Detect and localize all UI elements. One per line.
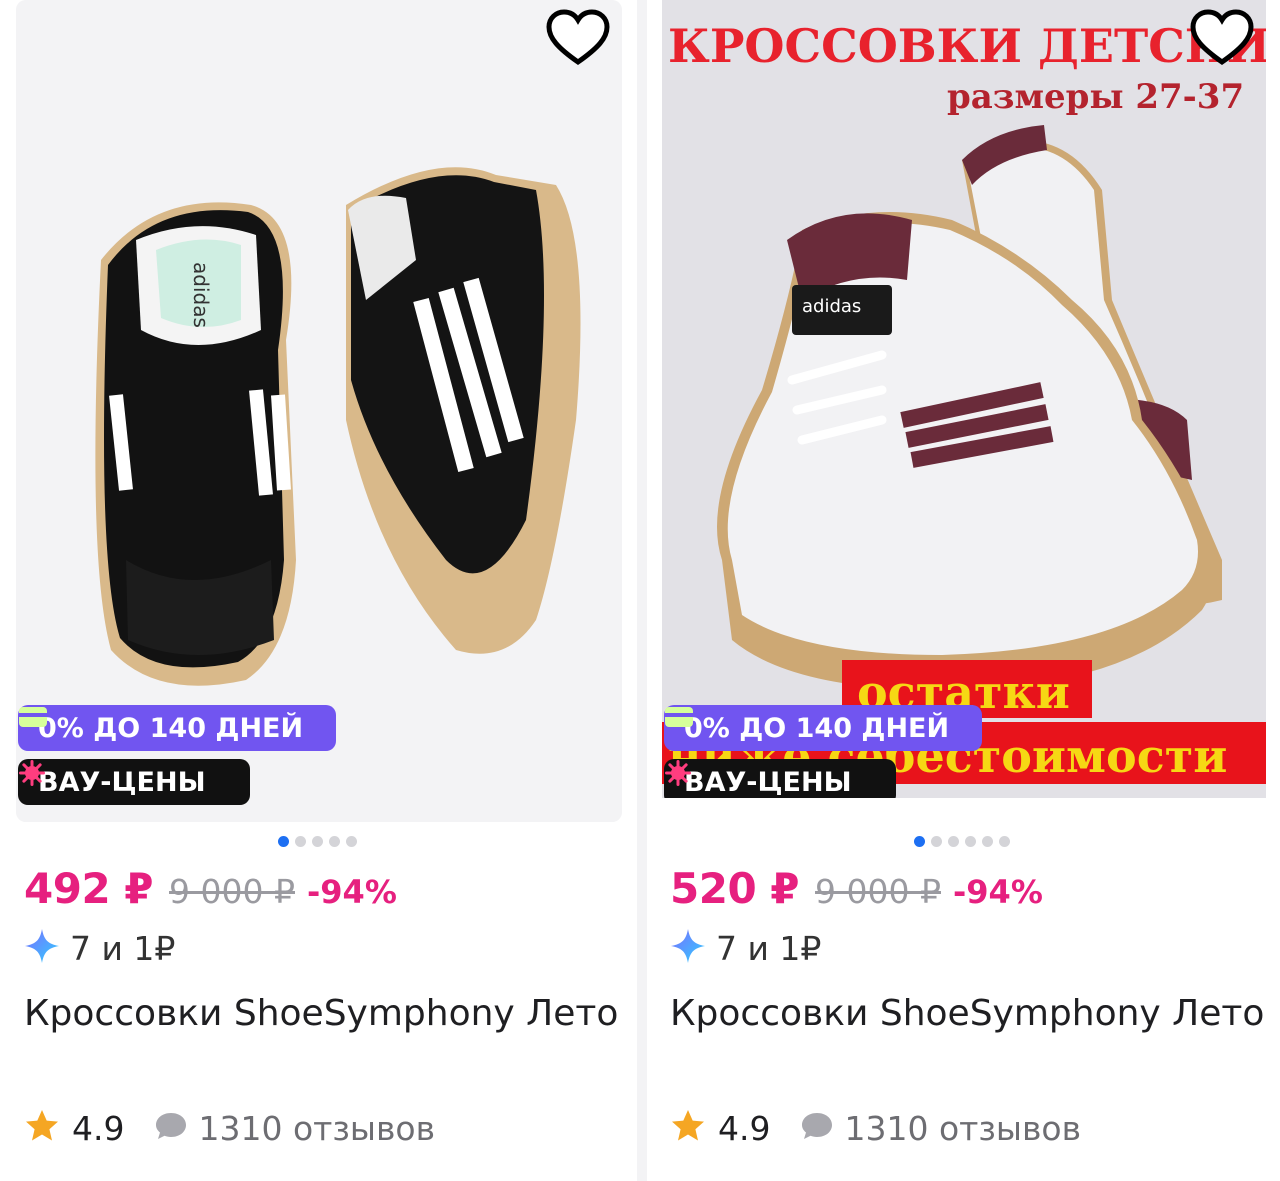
- wow-price-badge-label: ВАУ-ЦЕНЫ: [684, 766, 852, 798]
- price-row: 520 ₽ 9 000 ₽ -94%: [670, 864, 1043, 913]
- gallery-dot[interactable]: [999, 836, 1010, 847]
- bonus-text: 7 и 1₽: [716, 928, 822, 968]
- headline-overlay: КРОССОВКИ ДЕТСКИЕ: [668, 19, 1266, 73]
- favorite-heart-icon[interactable]: [1188, 8, 1256, 68]
- star-icon: [670, 1108, 706, 1148]
- gallery-dots[interactable]: [278, 836, 357, 847]
- diamond-icon: [670, 928, 706, 968]
- gallery-dot[interactable]: [295, 836, 306, 847]
- product-card-1[interactable]: adidas 0% ДО 140 ДНЕЙ ВАУ-ЦЕНЫ 492 ₽ 9 0…: [16, 0, 636, 1181]
- old-price: 9 000 ₽: [169, 872, 295, 911]
- reviews-count[interactable]: 1310 отзывов: [198, 1109, 435, 1148]
- bonus-row: 7 и 1₽: [24, 928, 175, 968]
- comment-icon: [154, 1110, 188, 1146]
- bonus-row: 7 и 1₽: [670, 928, 821, 968]
- old-price: 9 000 ₽: [815, 872, 941, 911]
- gallery-dots[interactable]: [914, 836, 1010, 847]
- wow-price-badge: ВАУ-ЦЕНЫ: [18, 759, 250, 805]
- product-image[interactable]: adidas КРОССОВКИ ДЕТСКИЕ размеры 27-37 о…: [662, 0, 1266, 798]
- product-image[interactable]: adidas 0% ДО 140 ДНЕЙ ВАУ-ЦЕНЫ: [16, 0, 622, 822]
- installment-badge: 0% ДО 140 ДНЕЙ: [664, 705, 982, 751]
- product-title[interactable]: Кроссовки ShoeSymphony Лето: [670, 984, 1270, 1044]
- gallery-dot[interactable]: [965, 836, 976, 847]
- gallery-dot[interactable]: [312, 836, 323, 847]
- gallery-dot[interactable]: [931, 836, 942, 847]
- wow-price-badge: ВАУ-ЦЕНЫ: [664, 759, 896, 798]
- rating-value: 4.9: [72, 1108, 125, 1148]
- svg-text:adidas: adidas: [189, 262, 213, 328]
- rating-value: 4.9: [718, 1108, 771, 1148]
- product-title[interactable]: Кроссовки ShoeSymphony Лето: [24, 984, 624, 1044]
- rating-row: 4.9 1310 отзывов: [670, 1108, 1081, 1148]
- product-card-2[interactable]: adidas КРОССОВКИ ДЕТСКИЕ размеры 27-37 о…: [662, 0, 1280, 1181]
- gallery-dot[interactable]: [278, 836, 289, 847]
- discount-percent: -94%: [953, 873, 1043, 911]
- rating-row: 4.9 1310 отзывов: [24, 1108, 435, 1148]
- reviews-count[interactable]: 1310 отзывов: [844, 1109, 1081, 1148]
- installment-badge-label: 0% ДО 140 ДНЕЙ: [38, 712, 304, 744]
- current-price: 520 ₽: [670, 864, 800, 913]
- wow-price-badge-label: ВАУ-ЦЕНЫ: [38, 766, 206, 798]
- gallery-dot[interactable]: [346, 836, 357, 847]
- sizes-overlay: размеры 27-37: [947, 77, 1244, 117]
- gallery-dot[interactable]: [329, 836, 340, 847]
- price-row: 492 ₽ 9 000 ₽ -94%: [24, 864, 397, 913]
- card-divider: [637, 0, 647, 1181]
- installment-badge: 0% ДО 140 ДНЕЙ: [18, 705, 336, 751]
- gallery-dot[interactable]: [948, 836, 959, 847]
- diamond-icon: [24, 928, 60, 968]
- star-icon: [24, 1108, 60, 1148]
- gallery-dot[interactable]: [914, 836, 925, 847]
- svg-text:adidas: adidas: [802, 296, 861, 317]
- bonus-text: 7 и 1₽: [70, 928, 176, 968]
- discount-percent: -94%: [307, 873, 397, 911]
- gallery-dot[interactable]: [982, 836, 993, 847]
- installment-badge-label: 0% ДО 140 ДНЕЙ: [684, 712, 950, 744]
- comment-icon: [800, 1110, 834, 1146]
- favorite-heart-icon[interactable]: [544, 8, 612, 68]
- current-price: 492 ₽: [24, 864, 154, 913]
